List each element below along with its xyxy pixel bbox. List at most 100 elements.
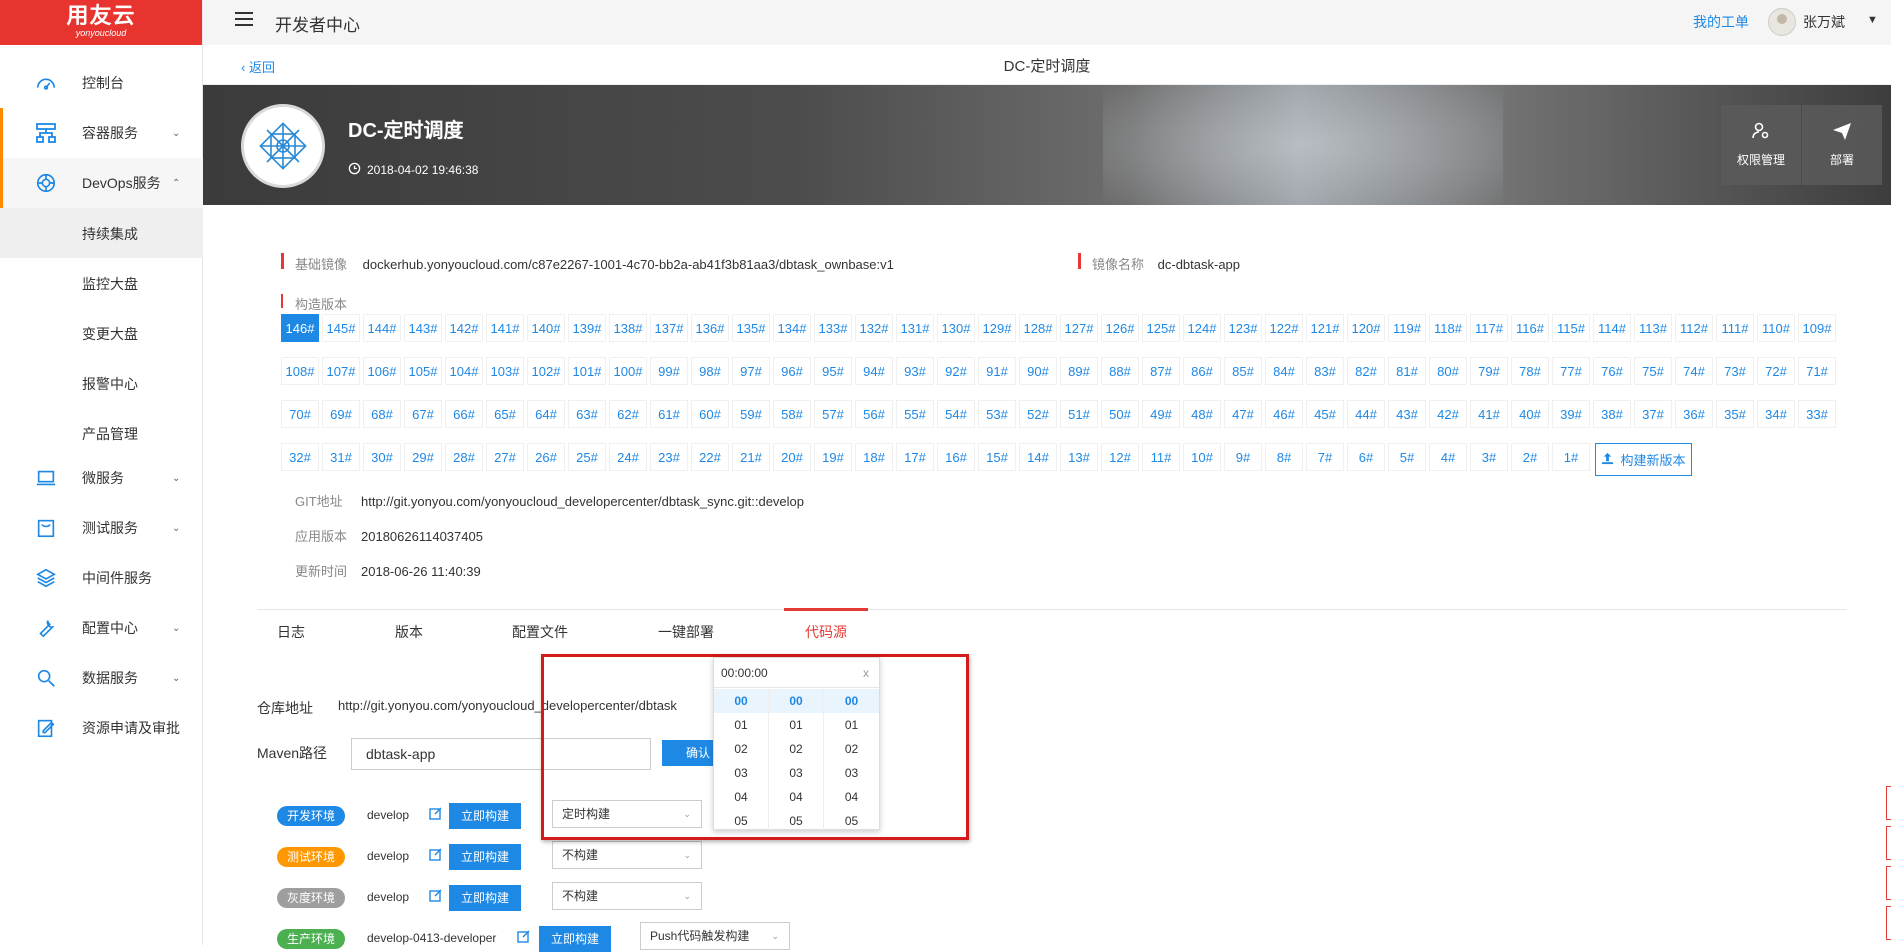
version-item[interactable]: 115# — [1552, 314, 1590, 342]
version-item[interactable]: 38# — [1593, 400, 1631, 428]
version-item[interactable]: 9# — [1224, 443, 1262, 471]
version-item[interactable]: 86# — [1183, 357, 1221, 385]
version-item[interactable]: 40# — [1511, 400, 1549, 428]
version-item[interactable]: 143# — [404, 314, 442, 342]
version-item[interactable]: 116# — [1511, 314, 1549, 342]
version-item[interactable]: 23# — [650, 443, 688, 471]
version-item[interactable]: 11# — [1142, 443, 1180, 471]
version-item[interactable]: 87# — [1142, 357, 1180, 385]
build-now-button[interactable]: 立即构建 — [449, 885, 521, 911]
version-item[interactable]: 48# — [1183, 400, 1221, 428]
version-item[interactable]: 132# — [855, 314, 893, 342]
version-item[interactable]: 10# — [1183, 443, 1221, 471]
version-item[interactable]: 5# — [1388, 443, 1426, 471]
version-item[interactable]: 78# — [1511, 357, 1549, 385]
version-item[interactable]: 73# — [1716, 357, 1754, 385]
version-item[interactable]: 97# — [732, 357, 770, 385]
time-option[interactable]: 00 — [769, 689, 823, 713]
edit-icon[interactable] — [517, 929, 531, 943]
avatar[interactable] — [1768, 8, 1796, 36]
version-item[interactable]: 90# — [1019, 357, 1057, 385]
version-item[interactable]: 50# — [1101, 400, 1139, 428]
version-item[interactable]: 66# — [445, 400, 483, 428]
caret-down-icon[interactable]: ▼ — [1867, 14, 1878, 26]
version-item[interactable]: 18# — [855, 443, 893, 471]
sidebar-item-middleware[interactable]: 中间件服务 — [0, 553, 203, 603]
version-item[interactable]: 113# — [1634, 314, 1672, 342]
version-item[interactable]: 94# — [855, 357, 893, 385]
second-column[interactable]: 00 01 02 03 04 05 — [824, 689, 879, 830]
version-item[interactable]: 33# — [1798, 400, 1836, 428]
version-item[interactable]: 44# — [1347, 400, 1385, 428]
sidebar-item-data[interactable]: 数据服务 ⌄ — [0, 653, 203, 703]
version-item[interactable]: 24# — [609, 443, 647, 471]
version-item[interactable]: 72# — [1757, 357, 1795, 385]
version-item[interactable]: 119# — [1388, 314, 1426, 342]
version-item[interactable]: 52# — [1019, 400, 1057, 428]
close-icon[interactable]: x — [863, 658, 869, 688]
version-item[interactable]: 126# — [1101, 314, 1139, 342]
version-item[interactable]: 67# — [404, 400, 442, 428]
version-item[interactable]: 2# — [1511, 443, 1549, 471]
version-item[interactable]: 121# — [1306, 314, 1344, 342]
version-item[interactable]: 14# — [1019, 443, 1057, 471]
sidebar-item-console[interactable]: 控制台 — [0, 58, 203, 108]
version-item[interactable]: 4# — [1429, 443, 1467, 471]
version-item[interactable]: 3# — [1470, 443, 1508, 471]
version-item[interactable]: 16# — [937, 443, 975, 471]
time-option[interactable]: 02 — [824, 737, 879, 761]
sidebar-item-config[interactable]: 配置中心 ⌄ — [0, 603, 203, 653]
time-option[interactable]: 03 — [714, 761, 768, 785]
edge-scroll-marker[interactable] — [1886, 826, 1891, 860]
edit-icon[interactable] — [429, 806, 443, 820]
version-item[interactable]: 96# — [773, 357, 811, 385]
version-item[interactable]: 136# — [691, 314, 729, 342]
edge-scroll-marker[interactable] — [1886, 786, 1891, 820]
version-item[interactable]: 30# — [363, 443, 401, 471]
edge-scroll-marker[interactable] — [1886, 906, 1891, 940]
version-item[interactable]: 42# — [1429, 400, 1467, 428]
version-item[interactable]: 31# — [322, 443, 360, 471]
version-item[interactable]: 145# — [322, 314, 360, 342]
time-option[interactable]: 03 — [769, 761, 823, 785]
version-item[interactable]: 99# — [650, 357, 688, 385]
build-now-button[interactable]: 立即构建 — [449, 844, 521, 870]
version-item[interactable]: 70# — [281, 400, 319, 428]
version-item[interactable]: 102# — [527, 357, 565, 385]
username[interactable]: 张万斌 — [1803, 12, 1845, 32]
version-item[interactable]: 59# — [732, 400, 770, 428]
build-new-version-button[interactable]: 构建新版本 — [1595, 443, 1692, 476]
minute-column[interactable]: 00 01 02 03 04 05 — [769, 689, 824, 830]
version-item[interactable]: 138# — [609, 314, 647, 342]
version-item[interactable]: 1# — [1552, 443, 1590, 471]
version-item[interactable]: 20# — [773, 443, 811, 471]
version-item[interactable]: 83# — [1306, 357, 1344, 385]
time-option[interactable]: 00 — [824, 689, 879, 713]
version-item[interactable]: 134# — [773, 314, 811, 342]
time-option[interactable]: 01 — [714, 713, 768, 737]
version-item[interactable]: 129# — [978, 314, 1016, 342]
hour-column[interactable]: 00 01 02 03 04 05 — [714, 689, 769, 830]
version-item[interactable]: 110# — [1757, 314, 1795, 342]
sidebar-item-container[interactable]: 容器服务 ⌄ — [0, 108, 203, 158]
version-item[interactable]: 101# — [568, 357, 606, 385]
sidebar-item-test[interactable]: 测试服务 ⌄ — [0, 503, 203, 553]
deploy-button[interactable]: 部署 — [1802, 105, 1882, 185]
version-item[interactable]: 140# — [527, 314, 565, 342]
version-item[interactable]: 124# — [1183, 314, 1221, 342]
version-item[interactable]: 55# — [896, 400, 934, 428]
version-item[interactable]: 69# — [322, 400, 360, 428]
build-mode-select[interactable]: 不构建 ⌄ — [552, 882, 702, 910]
version-item[interactable]: 68# — [363, 400, 401, 428]
version-item[interactable]: 27# — [486, 443, 524, 471]
version-item[interactable]: 34# — [1757, 400, 1795, 428]
version-item[interactable]: 43# — [1388, 400, 1426, 428]
build-mode-select[interactable]: Push代码触发构建 ⌄ — [640, 922, 790, 950]
time-option[interactable]: 04 — [714, 785, 768, 809]
tab-config-file[interactable]: 配置文件 — [512, 622, 568, 642]
tab-log[interactable]: 日志 — [277, 622, 305, 642]
version-item[interactable]: 61# — [650, 400, 688, 428]
version-item[interactable]: 82# — [1347, 357, 1385, 385]
version-item[interactable]: 111# — [1716, 314, 1754, 342]
version-item[interactable]: 133# — [814, 314, 852, 342]
